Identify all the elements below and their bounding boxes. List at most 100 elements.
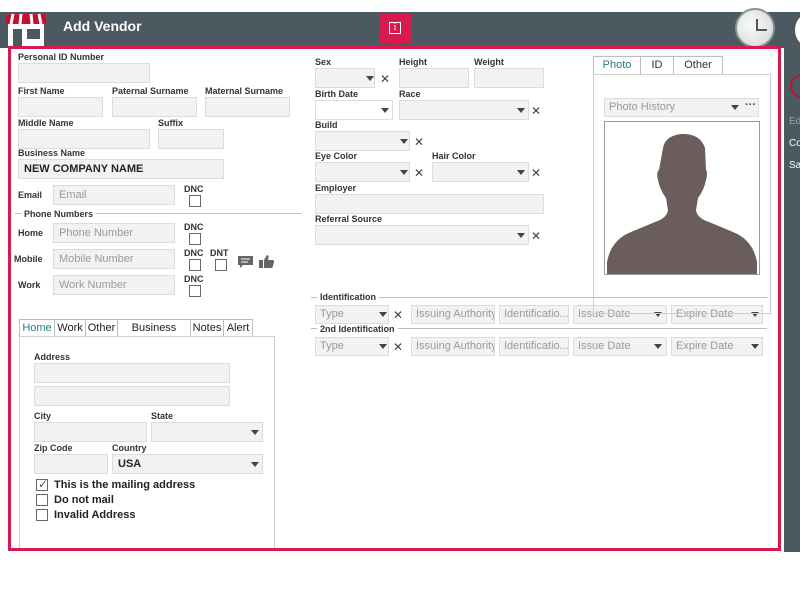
- photo-history-dropdown-icon: [731, 105, 739, 110]
- city-label: City: [34, 411, 52, 421]
- id-issuing-authority-field[interactable]: Issuing Authority: [411, 305, 495, 324]
- suffix-label: Suffix: [158, 118, 184, 128]
- tab-photo-other[interactable]: Other: [673, 56, 723, 75]
- first-name-field[interactable]: [18, 97, 103, 117]
- country-label: Country: [112, 443, 147, 453]
- tab-id[interactable]: ID: [640, 56, 674, 75]
- do-not-mail-checkbox[interactable]: [36, 494, 48, 506]
- country-select[interactable]: USA: [112, 454, 263, 474]
- race-clear-icon[interactable]: ✕: [531, 105, 541, 117]
- personal-id-field[interactable]: [18, 63, 150, 83]
- mobile-phone-field[interactable]: Mobile Number: [53, 249, 175, 269]
- hair-color-clear-icon[interactable]: ✕: [531, 167, 541, 179]
- info-tab[interactable]: i: [379, 13, 411, 48]
- state-label: State: [151, 411, 174, 421]
- build-select[interactable]: [315, 131, 410, 151]
- id2-type-clear-icon[interactable]: ✕: [393, 341, 403, 353]
- eye-color-dropdown-icon: [400, 170, 408, 175]
- id-type-select[interactable]: Type: [315, 305, 389, 324]
- home-dnc-checkbox[interactable]: [189, 233, 201, 245]
- referral-source-label: Referral Source: [315, 214, 383, 224]
- maternal-surname-field[interactable]: [205, 97, 290, 117]
- clock-icon[interactable]: [735, 8, 775, 48]
- id2-expire-date-picker[interactable]: Expire Date: [671, 337, 763, 356]
- tab-photo[interactable]: Photo: [593, 56, 641, 75]
- zip-code-label: Zip Code: [34, 443, 73, 453]
- id-number-field[interactable]: Identificatio...: [499, 305, 569, 324]
- tab-home[interactable]: Home: [19, 319, 55, 337]
- tab-alert[interactable]: Alert: [223, 319, 253, 337]
- referral-source-clear-icon[interactable]: ✕: [531, 230, 541, 242]
- more-options-icon[interactable]: ···: [745, 99, 756, 111]
- zip-code-field[interactable]: [34, 454, 108, 474]
- city-field[interactable]: [34, 422, 147, 442]
- hair-color-select[interactable]: [432, 162, 529, 182]
- phone-numbers-label: Phone Numbers: [21, 209, 97, 219]
- store-icon: [5, 12, 47, 48]
- sex-clear-icon[interactable]: ✕: [380, 73, 390, 85]
- build-clear-icon[interactable]: ✕: [414, 136, 424, 148]
- eye-color-select[interactable]: [315, 162, 410, 182]
- second-identification-label: 2nd Identification: [317, 324, 398, 334]
- paternal-surname-field[interactable]: [112, 97, 197, 117]
- address-line-2-field[interactable]: [34, 386, 230, 406]
- id-type-clear-icon[interactable]: ✕: [393, 309, 403, 321]
- mobile-dnt-label: DNT: [210, 248, 229, 258]
- email-dnc-checkbox[interactable]: [189, 195, 201, 207]
- mailing-address-checkbox[interactable]: [36, 477, 48, 491]
- business-name-field[interactable]: NEW COMPANY NAME: [18, 159, 224, 179]
- photo-panel: Photo History ···: [593, 74, 771, 314]
- personal-id-label: Personal ID Number: [18, 52, 105, 62]
- tab-other[interactable]: Other: [85, 319, 118, 337]
- id2-number-field[interactable]: Identificatio...: [499, 337, 569, 356]
- work-phone-field[interactable]: Work Number: [53, 275, 175, 295]
- photo-frame[interactable]: [604, 121, 760, 275]
- race-label: Race: [399, 89, 421, 99]
- identification-label: Identification: [317, 292, 379, 302]
- tab-work[interactable]: Work: [54, 319, 86, 337]
- state-select[interactable]: [151, 422, 263, 442]
- email-dnc-label: DNC: [184, 184, 204, 194]
- id2-expire-date-dropdown-icon: [751, 344, 759, 349]
- height-field[interactable]: [399, 68, 469, 88]
- work-dnc-checkbox[interactable]: [189, 285, 201, 297]
- address-line-1-field[interactable]: [34, 363, 230, 383]
- right-panel-label-3: Sa: [789, 160, 800, 171]
- suffix-field[interactable]: [158, 129, 224, 149]
- id2-type-select[interactable]: Type: [315, 337, 389, 356]
- referral-source-select[interactable]: [315, 225, 529, 245]
- home-phone-field[interactable]: Phone Number: [53, 223, 175, 243]
- mobile-dnt-checkbox[interactable]: [215, 259, 227, 271]
- employer-label: Employer: [315, 183, 357, 193]
- middle-name-field[interactable]: [18, 129, 150, 149]
- email-field[interactable]: Email: [53, 185, 175, 205]
- id2-issuing-authority-field[interactable]: Issuing Authority: [411, 337, 495, 356]
- right-panel-label-2: Co: [789, 138, 800, 149]
- weight-field[interactable]: [474, 68, 544, 88]
- message-icon[interactable]: [237, 255, 254, 269]
- eye-color-clear-icon[interactable]: ✕: [414, 167, 424, 179]
- race-dropdown-icon: [517, 108, 525, 113]
- hair-color-dropdown-icon: [517, 170, 525, 175]
- mobile-dnc-checkbox[interactable]: [189, 259, 201, 271]
- vendor-form-panel: Personal ID Number First Name Paternal S…: [8, 46, 781, 551]
- race-select[interactable]: [399, 100, 529, 120]
- hair-color-label: Hair Color: [432, 151, 476, 161]
- invalid-address-checkbox[interactable]: [36, 509, 48, 521]
- employer-field[interactable]: [315, 194, 544, 214]
- thumbs-up-icon[interactable]: [258, 254, 275, 269]
- do-not-mail-label: Do not mail: [54, 494, 114, 506]
- paternal-surname-label: Paternal Surname: [112, 86, 189, 96]
- tab-notes[interactable]: Notes: [190, 319, 224, 337]
- sex-label: Sex: [315, 57, 332, 67]
- address-label: Address: [34, 352, 71, 362]
- work-phone-label: Work: [18, 280, 41, 290]
- build-dropdown-icon: [400, 139, 408, 144]
- info-icon: i: [389, 22, 401, 34]
- height-label: Height: [399, 57, 427, 67]
- sex-dropdown-icon: [366, 76, 374, 81]
- window-title: Add Vendor: [63, 18, 142, 34]
- id2-issue-date-picker[interactable]: Issue Date: [573, 337, 667, 356]
- tab-business[interactable]: Business: [117, 319, 191, 337]
- person-silhouette-icon: [607, 133, 757, 274]
